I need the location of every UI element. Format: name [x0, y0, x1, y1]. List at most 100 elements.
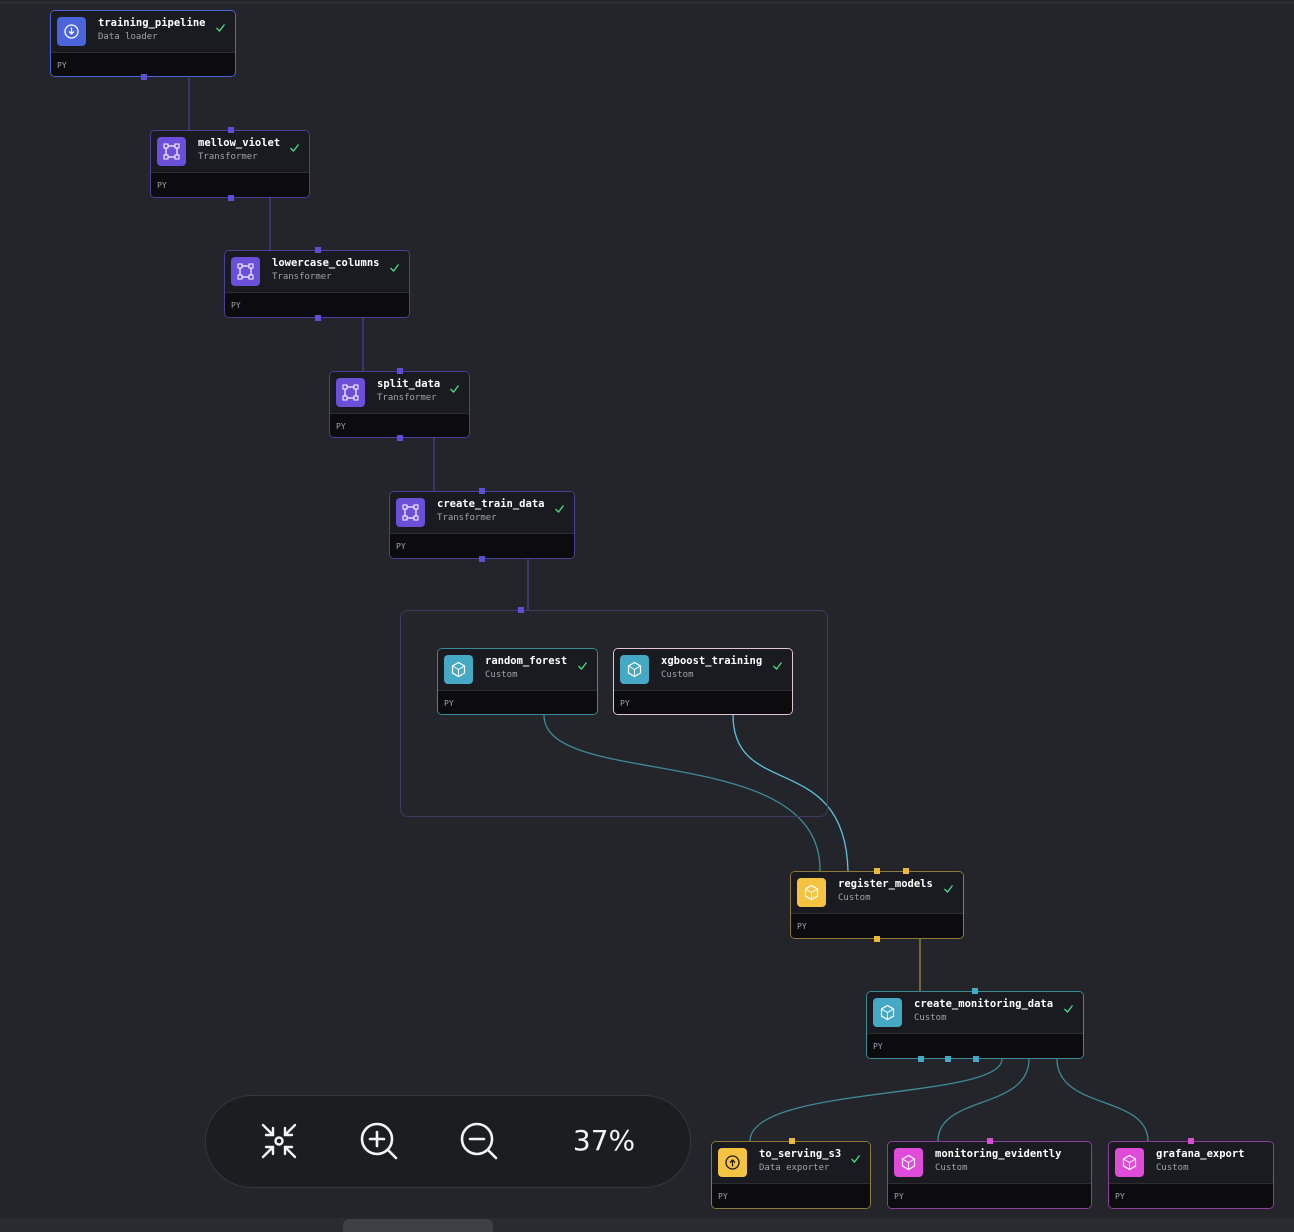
zoom-out-icon — [460, 1122, 498, 1160]
group-input-port[interactable] — [518, 607, 524, 613]
download-icon — [57, 17, 86, 46]
block-name: to_serving_s3 — [759, 1148, 842, 1160]
input-port[interactable] — [228, 127, 234, 133]
transformer-icon — [231, 257, 260, 286]
upload-icon — [718, 1148, 747, 1177]
zoom-out-button[interactable] — [456, 1118, 502, 1164]
block-node[interactable]: grafana_export Custom PY — [1108, 1138, 1274, 1209]
block-node[interactable]: create_monitoring_data Custom PY — [866, 988, 1084, 1062]
block-language: PY — [1115, 1192, 1125, 1201]
custom-block-icon — [444, 655, 473, 684]
block-type: Custom — [1156, 1163, 1189, 1173]
block-node-selected[interactable]: xgboost_training Custom PY — [613, 648, 793, 715]
block-name: create_monitoring_data — [914, 998, 1054, 1010]
horizontal-scrollbar-track[interactable] — [0, 1218, 1294, 1232]
success-check-icon — [390, 264, 400, 272]
input-port[interactable] — [397, 368, 403, 374]
input-port[interactable] — [972, 988, 978, 994]
block-node[interactable]: random_forest Custom PY — [437, 648, 598, 715]
block-language: PY — [894, 1192, 904, 1201]
output-port[interactable] — [228, 195, 234, 201]
output-port[interactable] — [141, 74, 147, 80]
block-type: Transformer — [437, 513, 497, 523]
block-language: PY — [797, 922, 807, 931]
block-language: PY — [336, 422, 346, 431]
input-port[interactable] — [315, 247, 321, 253]
block-name: training_pipeline — [98, 17, 206, 29]
input-port[interactable] — [874, 868, 880, 874]
block-name: mellow_violet — [198, 137, 281, 149]
success-check-icon — [773, 662, 783, 670]
success-check-icon — [290, 144, 300, 152]
block-type: Transformer — [198, 152, 258, 162]
custom-block-icon — [873, 998, 902, 1027]
input-port[interactable] — [789, 1138, 795, 1144]
block-node[interactable]: mellow_violet Transformer PY — [150, 127, 310, 201]
block-language: PY — [444, 699, 454, 708]
success-check-icon — [944, 885, 954, 893]
zoom-in-button[interactable] — [356, 1118, 402, 1164]
block-language: PY — [57, 61, 67, 70]
input-port[interactable] — [987, 1138, 993, 1144]
success-check-icon — [578, 662, 588, 670]
block-node[interactable]: monitoring_evidently Custom PY — [887, 1138, 1092, 1209]
block-type: Custom — [914, 1013, 947, 1023]
output-port[interactable] — [945, 1056, 951, 1062]
output-port[interactable] — [874, 936, 880, 942]
success-check-icon — [851, 1155, 861, 1163]
zoom-controls: 37% — [205, 1095, 691, 1188]
block-name: monitoring_evidently — [935, 1148, 1062, 1160]
block-node[interactable]: split_data Transformer PY — [329, 368, 470, 441]
block-type: Data loader — [98, 32, 158, 42]
success-check-icon — [216, 24, 226, 32]
edge-monitoring-grafana — [1056, 1058, 1149, 1142]
input-port[interactable] — [903, 868, 909, 874]
block-language: PY — [620, 699, 630, 708]
fit-view-button[interactable] — [256, 1118, 302, 1164]
transformer-icon — [336, 378, 365, 407]
block-type: Custom — [485, 670, 518, 680]
block-name: lowercase_columns — [272, 257, 380, 269]
zoom-in-icon — [360, 1122, 398, 1160]
transformer-icon — [396, 498, 425, 527]
block-name: grafana_export — [1156, 1148, 1245, 1160]
block-name: register_models — [838, 878, 933, 890]
custom-block-icon — [894, 1148, 923, 1177]
output-port[interactable] — [918, 1056, 924, 1062]
fit-view-icon — [261, 1123, 297, 1159]
block-type: Transformer — [272, 272, 332, 282]
pipeline-canvas[interactable]: training_pipeline Data loader PY mellow_… — [0, 0, 1294, 1232]
custom-block-icon — [620, 655, 649, 684]
block-name: xgboost_training — [661, 655, 763, 667]
horizontal-scrollbar-thumb[interactable] — [343, 1219, 493, 1232]
success-check-icon — [555, 505, 565, 513]
edge-monitoring-evidently — [937, 1058, 1030, 1142]
custom-block-icon — [1115, 1148, 1144, 1177]
block-language: PY — [231, 301, 241, 310]
success-check-icon — [450, 385, 460, 393]
output-port[interactable] — [315, 315, 321, 321]
input-port[interactable] — [1188, 1138, 1194, 1144]
input-port[interactable] — [479, 488, 485, 494]
block-name: random_forest — [485, 655, 568, 667]
output-port[interactable] — [973, 1056, 979, 1062]
block-type: Custom — [661, 670, 694, 680]
block-language: PY — [873, 1042, 883, 1051]
block-type: Data exporter — [759, 1163, 830, 1173]
block-node[interactable]: register_models Custom PY — [790, 868, 964, 942]
block-node[interactable]: lowercase_columns Transformer PY — [224, 247, 410, 321]
block-name: create_train_data — [437, 498, 545, 510]
block-type: Custom — [935, 1163, 968, 1173]
block-node[interactable]: create_train_data Transformer PY — [389, 488, 575, 562]
block-language: PY — [157, 181, 167, 190]
output-port[interactable] — [479, 556, 485, 562]
output-port[interactable] — [397, 435, 403, 441]
block-node[interactable]: training_pipeline Data loader PY — [50, 10, 236, 80]
success-check-icon — [1064, 1005, 1074, 1013]
custom-block-icon — [797, 878, 826, 907]
block-node[interactable]: to_serving_s3 Data exporter PY — [711, 1138, 871, 1209]
block-language: PY — [718, 1192, 728, 1201]
transformer-icon — [157, 137, 186, 166]
edge-monitoring-s3 — [749, 1058, 1003, 1142]
block-type: Transformer — [377, 393, 437, 403]
